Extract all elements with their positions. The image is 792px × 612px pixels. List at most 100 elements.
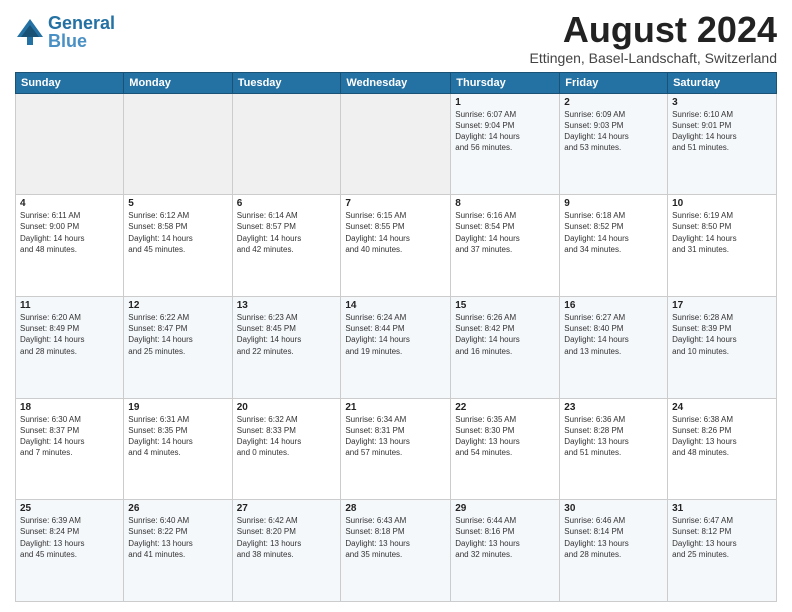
month-title: August 2024	[530, 10, 777, 50]
table-row	[341, 93, 451, 195]
table-row: 17Sunrise: 6:28 AM Sunset: 8:39 PM Dayli…	[668, 296, 777, 398]
cell-info: Sunrise: 6:44 AM Sunset: 8:16 PM Dayligh…	[455, 515, 555, 560]
logo-line2: Blue	[48, 31, 87, 51]
table-row: 11Sunrise: 6:20 AM Sunset: 8:49 PM Dayli…	[16, 296, 124, 398]
table-row: 23Sunrise: 6:36 AM Sunset: 8:28 PM Dayli…	[560, 398, 668, 500]
day-number: 13	[237, 300, 337, 311]
day-number: 31	[672, 503, 772, 514]
day-number: 16	[564, 300, 663, 311]
day-number: 20	[237, 402, 337, 413]
title-block: August 2024 Ettingen, Basel-Landschaft, …	[530, 10, 777, 66]
day-number: 17	[672, 300, 772, 311]
day-number: 1	[455, 97, 555, 108]
logo-icon	[15, 17, 45, 47]
cell-info: Sunrise: 6:40 AM Sunset: 8:22 PM Dayligh…	[128, 515, 227, 560]
table-row: 5Sunrise: 6:12 AM Sunset: 8:58 PM Daylig…	[124, 195, 232, 297]
table-row: 14Sunrise: 6:24 AM Sunset: 8:44 PM Dayli…	[341, 296, 451, 398]
table-row	[124, 93, 232, 195]
table-row: 30Sunrise: 6:46 AM Sunset: 8:14 PM Dayli…	[560, 500, 668, 602]
day-number: 2	[564, 97, 663, 108]
table-row: 7Sunrise: 6:15 AM Sunset: 8:55 PM Daylig…	[341, 195, 451, 297]
cell-info: Sunrise: 6:09 AM Sunset: 9:03 PM Dayligh…	[564, 109, 663, 154]
cell-info: Sunrise: 6:38 AM Sunset: 8:26 PM Dayligh…	[672, 414, 772, 459]
table-row: 13Sunrise: 6:23 AM Sunset: 8:45 PM Dayli…	[232, 296, 341, 398]
day-number: 8	[455, 198, 555, 209]
table-row: 25Sunrise: 6:39 AM Sunset: 8:24 PM Dayli…	[16, 500, 124, 602]
header-wednesday: Wednesday	[341, 72, 451, 93]
cell-info: Sunrise: 6:47 AM Sunset: 8:12 PM Dayligh…	[672, 515, 772, 560]
table-row: 16Sunrise: 6:27 AM Sunset: 8:40 PM Dayli…	[560, 296, 668, 398]
cell-info: Sunrise: 6:32 AM Sunset: 8:33 PM Dayligh…	[237, 414, 337, 459]
day-number: 29	[455, 503, 555, 514]
header: General Blue August 2024 Ettingen, Basel…	[15, 10, 777, 66]
day-number: 9	[564, 198, 663, 209]
location-title: Ettingen, Basel-Landschaft, Switzerland	[530, 50, 777, 66]
day-number: 24	[672, 402, 772, 413]
header-saturday: Saturday	[668, 72, 777, 93]
table-row: 27Sunrise: 6:42 AM Sunset: 8:20 PM Dayli…	[232, 500, 341, 602]
cell-info: Sunrise: 6:30 AM Sunset: 8:37 PM Dayligh…	[20, 414, 119, 459]
cell-info: Sunrise: 6:28 AM Sunset: 8:39 PM Dayligh…	[672, 312, 772, 357]
day-number: 10	[672, 198, 772, 209]
table-row: 31Sunrise: 6:47 AM Sunset: 8:12 PM Dayli…	[668, 500, 777, 602]
table-row: 21Sunrise: 6:34 AM Sunset: 8:31 PM Dayli…	[341, 398, 451, 500]
table-row: 10Sunrise: 6:19 AM Sunset: 8:50 PM Dayli…	[668, 195, 777, 297]
cell-info: Sunrise: 6:12 AM Sunset: 8:58 PM Dayligh…	[128, 210, 227, 255]
day-number: 7	[345, 198, 446, 209]
table-row: 20Sunrise: 6:32 AM Sunset: 8:33 PM Dayli…	[232, 398, 341, 500]
day-number: 15	[455, 300, 555, 311]
day-number: 30	[564, 503, 663, 514]
day-number: 12	[128, 300, 227, 311]
header-tuesday: Tuesday	[232, 72, 341, 93]
cell-info: Sunrise: 6:07 AM Sunset: 9:04 PM Dayligh…	[455, 109, 555, 154]
week-row-2: 4Sunrise: 6:11 AM Sunset: 9:00 PM Daylig…	[16, 195, 777, 297]
day-number: 25	[20, 503, 119, 514]
table-row: 22Sunrise: 6:35 AM Sunset: 8:30 PM Dayli…	[451, 398, 560, 500]
cell-info: Sunrise: 6:19 AM Sunset: 8:50 PM Dayligh…	[672, 210, 772, 255]
table-row	[232, 93, 341, 195]
calendar-table: Sunday Monday Tuesday Wednesday Thursday…	[15, 72, 777, 602]
table-row: 12Sunrise: 6:22 AM Sunset: 8:47 PM Dayli…	[124, 296, 232, 398]
day-number: 27	[237, 503, 337, 514]
day-number: 14	[345, 300, 446, 311]
cell-info: Sunrise: 6:10 AM Sunset: 9:01 PM Dayligh…	[672, 109, 772, 154]
table-row: 18Sunrise: 6:30 AM Sunset: 8:37 PM Dayli…	[16, 398, 124, 500]
table-row: 29Sunrise: 6:44 AM Sunset: 8:16 PM Dayli…	[451, 500, 560, 602]
header-sunday: Sunday	[16, 72, 124, 93]
day-number: 3	[672, 97, 772, 108]
table-row: 15Sunrise: 6:26 AM Sunset: 8:42 PM Dayli…	[451, 296, 560, 398]
cell-info: Sunrise: 6:24 AM Sunset: 8:44 PM Dayligh…	[345, 312, 446, 357]
table-row	[16, 93, 124, 195]
table-row: 4Sunrise: 6:11 AM Sunset: 9:00 PM Daylig…	[16, 195, 124, 297]
day-number: 4	[20, 198, 119, 209]
cell-info: Sunrise: 6:20 AM Sunset: 8:49 PM Dayligh…	[20, 312, 119, 357]
week-row-1: 1Sunrise: 6:07 AM Sunset: 9:04 PM Daylig…	[16, 93, 777, 195]
logo: General Blue	[15, 14, 115, 50]
table-row: 26Sunrise: 6:40 AM Sunset: 8:22 PM Dayli…	[124, 500, 232, 602]
table-row: 2Sunrise: 6:09 AM Sunset: 9:03 PM Daylig…	[560, 93, 668, 195]
day-number: 19	[128, 402, 227, 413]
table-row: 28Sunrise: 6:43 AM Sunset: 8:18 PM Dayli…	[341, 500, 451, 602]
cell-info: Sunrise: 6:42 AM Sunset: 8:20 PM Dayligh…	[237, 515, 337, 560]
table-row: 9Sunrise: 6:18 AM Sunset: 8:52 PM Daylig…	[560, 195, 668, 297]
table-row: 8Sunrise: 6:16 AM Sunset: 8:54 PM Daylig…	[451, 195, 560, 297]
day-number: 28	[345, 503, 446, 514]
header-friday: Friday	[560, 72, 668, 93]
cell-info: Sunrise: 6:35 AM Sunset: 8:30 PM Dayligh…	[455, 414, 555, 459]
cell-info: Sunrise: 6:27 AM Sunset: 8:40 PM Dayligh…	[564, 312, 663, 357]
table-row: 1Sunrise: 6:07 AM Sunset: 9:04 PM Daylig…	[451, 93, 560, 195]
logo-line1: General	[48, 13, 115, 33]
cell-info: Sunrise: 6:22 AM Sunset: 8:47 PM Dayligh…	[128, 312, 227, 357]
table-row: 3Sunrise: 6:10 AM Sunset: 9:01 PM Daylig…	[668, 93, 777, 195]
day-number: 6	[237, 198, 337, 209]
cell-info: Sunrise: 6:39 AM Sunset: 8:24 PM Dayligh…	[20, 515, 119, 560]
cell-info: Sunrise: 6:15 AM Sunset: 8:55 PM Dayligh…	[345, 210, 446, 255]
calendar-header-row: Sunday Monday Tuesday Wednesday Thursday…	[16, 72, 777, 93]
cell-info: Sunrise: 6:36 AM Sunset: 8:28 PM Dayligh…	[564, 414, 663, 459]
cell-info: Sunrise: 6:43 AM Sunset: 8:18 PM Dayligh…	[345, 515, 446, 560]
week-row-4: 18Sunrise: 6:30 AM Sunset: 8:37 PM Dayli…	[16, 398, 777, 500]
cell-info: Sunrise: 6:23 AM Sunset: 8:45 PM Dayligh…	[237, 312, 337, 357]
day-number: 23	[564, 402, 663, 413]
week-row-5: 25Sunrise: 6:39 AM Sunset: 8:24 PM Dayli…	[16, 500, 777, 602]
table-row: 19Sunrise: 6:31 AM Sunset: 8:35 PM Dayli…	[124, 398, 232, 500]
